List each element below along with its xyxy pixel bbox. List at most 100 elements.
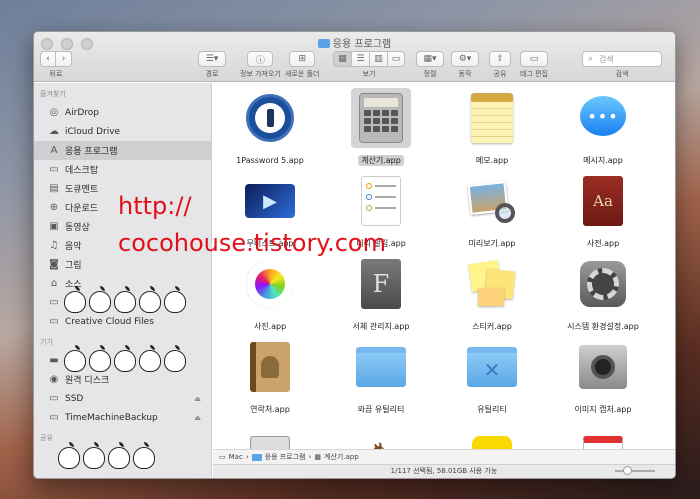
app-icon-wrapper[interactable] <box>462 254 522 314</box>
app-item[interactable]: 사진.app <box>215 254 325 333</box>
app-icon-wrapper[interactable]: ••• <box>573 88 633 148</box>
drive-icon: ▭ <box>49 393 59 404</box>
list-view-button[interactable]: ☰ <box>351 51 369 67</box>
action-label: 동작 <box>458 70 472 78</box>
app-item[interactable]: F 서체 관리지.app <box>326 254 436 333</box>
app-icon-wrapper[interactable]: F <box>351 254 411 314</box>
app-icon-wrapper[interactable]: Aa <box>573 171 633 231</box>
share-button[interactable]: ⇪ <box>489 51 511 67</box>
coverflow-view-button[interactable]: ▭ <box>387 51 405 67</box>
app-label: 시스템 환경설정.app <box>567 322 639 331</box>
watermark-line1: http:// <box>118 192 192 220</box>
app-icon-wrapper[interactable] <box>351 171 411 231</box>
search-control: ⌕ 검색 검색 <box>582 51 662 79</box>
app-icon-wrapper[interactable] <box>351 337 411 397</box>
eject-icon[interactable]: ⏏ <box>194 395 201 403</box>
forward-button[interactable]: › <box>56 51 72 67</box>
apple-icon <box>114 345 136 372</box>
app-item[interactable]: 와끔 유틸리티 <box>326 337 436 416</box>
tag-button[interactable]: ▭ <box>520 51 548 67</box>
app-icon-wrapper[interactable] <box>240 88 300 148</box>
devices-header: 기기 <box>40 338 53 346</box>
sidebar-item-label: 음악 <box>65 242 82 252</box>
favorites-header: 즐겨찾기 <box>40 90 66 98</box>
titlebar: 응용 프로그램 ‹ › 뒤로 ☰▾ 경로 ⓘ 정보 가져오기 ⊞ 새로운 폴더 … <box>34 32 675 82</box>
search-field[interactable]: ⌕ 검색 <box>582 51 662 67</box>
app-item[interactable]: Aa 사전.app <box>548 171 658 250</box>
utilities-folder-icon: ✕ <box>466 341 518 393</box>
app-item[interactable]: 이미지 캡처.app <box>548 337 658 416</box>
1password-icon <box>244 92 296 144</box>
app-label: 미리보기.app <box>468 239 516 248</box>
path-folder[interactable]: 응용 프로그램 <box>265 452 306 462</box>
app-item[interactable]: 1Password 5.app <box>215 88 325 167</box>
path-button[interactable]: ☰▾ <box>198 51 226 67</box>
path-bar: ▭ Mac › 응용 프로그램 › ▦ 계산기.app <box>213 449 675 464</box>
sidebar-item-label: SSD <box>65 393 84 404</box>
app-label: 1Password 5.app <box>236 156 304 165</box>
tag-control: ▭ 태그 편집 <box>520 51 548 79</box>
window-title: 응용 프로그램 <box>34 35 675 50</box>
notes-icon <box>466 92 518 144</box>
path-file[interactable]: 계산기.app <box>324 452 359 462</box>
app-label-wrapper: 사진.app <box>215 314 325 333</box>
sidebar-item[interactable]: ◎ AirDrop <box>34 103 211 122</box>
sidebar-item[interactable]: ◙ 그림 <box>34 255 211 274</box>
app-item[interactable]: 시스템 환경설정.app <box>548 254 658 333</box>
apple-icon <box>164 345 186 372</box>
app-icon-wrapper[interactable] <box>462 171 522 231</box>
app-item[interactable]: 계산기.app <box>326 88 436 167</box>
sidebar-item[interactable]: A 응용 프로그램 <box>34 141 211 160</box>
search-label: 검색 <box>615 70 629 78</box>
sidebar-item[interactable]: ▭ TimeMachineBackup ⏏ <box>34 408 211 427</box>
path-root[interactable]: Mac <box>229 453 243 461</box>
sidebar-item[interactable]: ☁ iCloud Drive <box>34 122 211 141</box>
app-item[interactable]: ••• 메시지.app <box>548 88 658 167</box>
apple-icon <box>139 345 161 372</box>
app-label: 메시지.app <box>583 156 623 165</box>
share-control: ⇪ 공유 <box>489 51 511 79</box>
app-label: 서체 관리지.app <box>352 322 410 331</box>
image-capture-icon <box>577 341 629 393</box>
app-icon-wrapper[interactable]: ▶ <box>240 171 300 231</box>
app-icon-wrapper[interactable] <box>351 88 411 148</box>
arrange-button[interactable]: ▦▾ <box>416 51 444 67</box>
apple-icon <box>139 286 161 313</box>
icon-view-button[interactable]: ▦ <box>333 51 351 67</box>
chevron-right-icon: › <box>308 453 312 461</box>
app-item[interactable]: 연락처.app <box>215 337 325 416</box>
app-item[interactable]: 메모.app <box>437 88 547 167</box>
back-button[interactable]: ‹ <box>40 51 56 67</box>
info-button[interactable]: ⓘ <box>247 51 274 67</box>
icon-size-slider[interactable] <box>615 466 655 475</box>
app-item[interactable]: 스티커.app <box>437 254 547 333</box>
sidebar-item-label: 응용 프로그램 <box>65 147 118 157</box>
apple-icon <box>133 442 155 469</box>
app-icon-wrapper[interactable] <box>240 254 300 314</box>
apple-icon <box>64 345 86 372</box>
sidebar-item[interactable]: ▭ SSD ⏏ <box>34 389 211 408</box>
sidebar-item[interactable]: ▭ 데스크탑 <box>34 160 211 179</box>
app-label-wrapper: 사전.app <box>548 231 658 250</box>
sidebar-item[interactable]: ▭ Creative Cloud Files <box>34 312 211 331</box>
sidebar-item-label: iCloud Drive <box>65 126 121 137</box>
action-button[interactable]: ⚙▾ <box>451 51 479 67</box>
app-label-wrapper: 1Password 5.app <box>215 148 325 167</box>
app-item[interactable]: 미리보기.app <box>437 171 547 250</box>
new-folder-button[interactable]: ⊞ <box>289 51 316 67</box>
app-item[interactable]: ✕ 유틸리티 <box>437 337 547 416</box>
app-icon-wrapper[interactable]: ✕ <box>462 337 522 397</box>
watermark-line2: cocohouse.tistory.com <box>118 229 386 257</box>
app-label-wrapper: 메모.app <box>437 148 547 167</box>
eject-icon[interactable]: ⏏ <box>194 414 201 422</box>
app-icon-wrapper[interactable] <box>573 337 633 397</box>
app-icon-wrapper[interactable] <box>240 337 300 397</box>
app-icon-wrapper[interactable] <box>573 254 633 314</box>
sidebar-item[interactable]: ◉ 원격 디스크 <box>34 370 211 389</box>
folder-icon: ▭ <box>49 297 59 308</box>
column-view-button[interactable]: ▥ <box>369 51 387 67</box>
app-label-wrapper: 미리보기.app <box>437 231 547 250</box>
slider-knob[interactable] <box>623 466 632 475</box>
app-icon-wrapper[interactable] <box>462 88 522 148</box>
airdrop-icon: ◎ <box>49 107 59 118</box>
